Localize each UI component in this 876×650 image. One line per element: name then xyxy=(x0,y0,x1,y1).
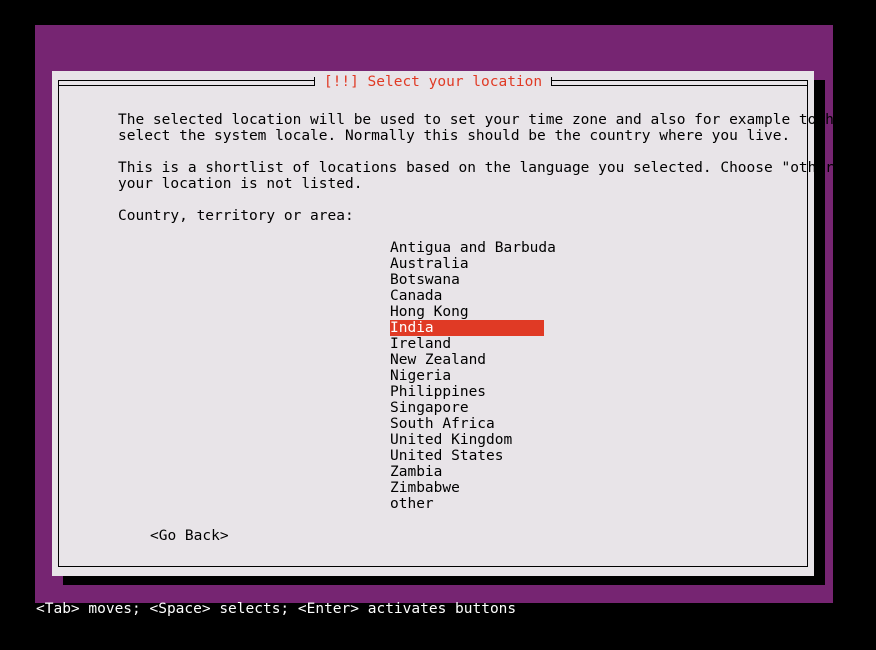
country-list-item[interactable]: Botswana xyxy=(390,272,544,288)
country-list-item[interactable]: Ireland xyxy=(390,336,544,352)
country-list-item[interactable]: Australia xyxy=(390,256,544,272)
go-back-button[interactable]: <Go Back> xyxy=(150,528,229,544)
country-list-label: Country, territory or area: xyxy=(118,208,354,224)
dialog-content: The selected location will be used to se… xyxy=(59,81,869,566)
country-list-item[interactable]: other xyxy=(390,496,544,512)
country-list-item[interactable]: Nigeria xyxy=(390,368,544,384)
country-list-item[interactable]: Canada xyxy=(390,288,544,304)
keyboard-help-footer: <Tab> moves; <Space> selects; <Enter> ac… xyxy=(36,601,517,617)
country-list-item[interactable]: New Zealand xyxy=(390,352,544,368)
country-list-item[interactable]: Hong Kong xyxy=(390,304,544,320)
description-paragraph-1: The selected location will be used to se… xyxy=(118,112,861,144)
country-list-item[interactable]: Singapore xyxy=(390,400,544,416)
country-list-item[interactable]: India xyxy=(390,320,544,336)
country-list-item[interactable]: Philippines xyxy=(390,384,544,400)
country-list-item[interactable]: United States xyxy=(390,448,544,464)
country-list-item[interactable]: United Kingdom xyxy=(390,432,544,448)
country-list-item[interactable]: Antigua and Barbuda xyxy=(390,240,556,256)
description-paragraph-2: This is a shortlist of locations based o… xyxy=(118,160,869,192)
country-list[interactable]: Antigua and Barbuda Australia Botswana Cana… xyxy=(390,240,556,512)
country-list-item[interactable]: Zambia xyxy=(390,464,544,480)
country-list-item[interactable]: South Africa xyxy=(390,416,544,432)
country-list-item[interactable]: Zimbabwe xyxy=(390,480,544,496)
installer-screen: [!!] Select your location The selected l… xyxy=(0,0,876,650)
select-location-dialog: [!!] Select your location The selected l… xyxy=(52,71,869,576)
